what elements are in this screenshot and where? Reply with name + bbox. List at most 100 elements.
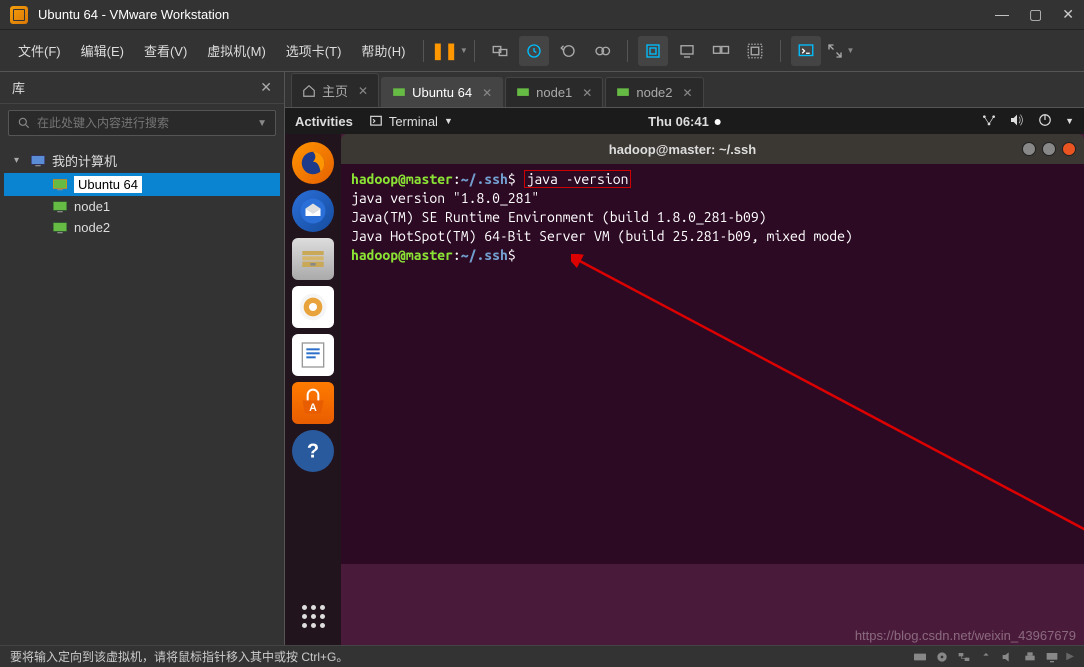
search-input[interactable] [37,116,257,130]
dock-show-apps[interactable] [292,595,334,637]
dock-libreoffice-writer[interactable] [292,334,334,376]
menu-file[interactable]: 文件(F) [10,37,69,64]
send-keys-button[interactable] [485,36,515,66]
printer-icon[interactable] [1022,650,1038,664]
vm-icon [52,221,68,235]
dock-ubuntu-software[interactable]: A [292,382,334,424]
terminal-output: java version "1.8.0_281" [351,189,1074,208]
tree-item-node1[interactable]: node1 [4,196,280,217]
current-app-menu[interactable]: Terminal ▼ [369,114,453,129]
vmware-titlebar: Ubuntu 64 - VMware Workstation — ▢ ✕ [0,0,1084,30]
multimon-button[interactable] [706,36,736,66]
vmware-menubar: 文件(F) 编辑(E) 查看(V) 虚拟机(M) 选项卡(T) 帮助(H) ❚❚… [0,30,1084,72]
unity-button[interactable] [638,36,668,66]
tab-close-icon[interactable]: ✕ [482,86,492,100]
status-text: 要将输入定向到该虚拟机，请将鼠标指针移入其中或按 Ctrl+G。 [10,648,348,665]
ubuntu-topbar: Activities Terminal ▼ Thu 06:41 ▼ [285,108,1084,134]
tab-label: Ubuntu 64 [412,85,472,100]
vmware-logo-icon [10,6,28,24]
app-name: Terminal [389,114,438,129]
tab-close-icon[interactable]: ✕ [582,86,592,100]
terminal-titlebar[interactable]: hadoop@master: ~/.ssh [341,134,1084,164]
vm-tabs: 主页 ✕ Ubuntu 64 ✕ node1 ✕ node2 ✕ [285,72,1084,108]
fullscreen-button[interactable]: ▼ [825,36,855,66]
separator [780,40,781,62]
tab-label: 主页 [322,81,348,100]
activities-button[interactable]: Activities [295,114,353,129]
snapshot-button[interactable] [519,36,549,66]
tree-item-node2[interactable]: node2 [4,217,280,238]
menu-vm[interactable]: 虚拟机(M) [199,37,274,64]
dock-rhythmbox[interactable] [292,286,334,328]
vm-display: 主页 ✕ Ubuntu 64 ✕ node1 ✕ node2 ✕ Activit… [285,72,1084,645]
computer-icon [30,154,46,168]
display-icon[interactable] [1044,650,1060,664]
collapse-icon[interactable]: ▾ [14,155,24,166]
terminal-maximize-button[interactable] [1042,142,1056,156]
sound-icon[interactable] [1000,650,1016,664]
tab-node2[interactable]: node2 ✕ [605,77,703,107]
prompt-path: ~/.ssh [461,171,508,187]
stretch-button[interactable] [740,36,770,66]
search-icon [17,116,31,130]
tab-node1[interactable]: node1 ✕ [505,77,603,107]
vm-icon [52,178,68,192]
terminal-toolbar-icon[interactable] [791,36,821,66]
library-close-button[interactable]: ✕ [260,79,272,96]
tab-label: node1 [536,85,572,100]
disk-icon[interactable] [912,650,928,664]
menu-help[interactable]: 帮助(H) [353,37,413,64]
dock-thunderbird[interactable] [292,190,334,232]
dock-firefox[interactable] [292,142,334,184]
console-button[interactable] [672,36,702,66]
command-highlight: java -version [524,170,632,188]
tree-item-label: node1 [74,199,110,214]
maximize-button[interactable]: ▢ [1029,6,1042,23]
tab-home[interactable]: 主页 ✕ [291,73,379,107]
device-status-icons: ▶ [912,650,1074,664]
tree-root[interactable]: ▾ 我的计算机 [4,148,280,173]
tree-item-ubuntu64[interactable]: Ubuntu 64 [4,173,280,196]
ubuntu-desktop[interactable]: Activities Terminal ▼ Thu 06:41 ▼ [285,108,1084,645]
separator [627,40,628,62]
dropdown-caret-icon[interactable]: ▼ [257,118,267,129]
volume-icon[interactable] [1009,113,1025,130]
usb-icon[interactable] [978,650,994,664]
home-icon [302,84,316,98]
network-icon[interactable] [956,650,972,664]
menu-edit[interactable]: 编辑(E) [73,37,132,64]
vm-icon [392,86,406,100]
tab-close-icon[interactable]: ✕ [358,84,368,98]
menu-view[interactable]: 查看(V) [136,37,195,64]
tree-item-label: Ubuntu 64 [74,176,142,193]
tab-label: node2 [636,85,672,100]
tree-item-label: node2 [74,220,110,235]
minimize-button[interactable]: — [995,6,1009,23]
close-button[interactable]: ✕ [1062,6,1074,23]
ubuntu-dock: A ? [285,134,341,645]
tab-close-icon[interactable]: ✕ [683,86,693,100]
chevron-down-icon[interactable]: ▼ [1065,116,1074,126]
snapshot-manager-button[interactable] [587,36,617,66]
terminal-close-button[interactable] [1062,142,1076,156]
menu-tabs[interactable]: 选项卡(T) [278,37,350,64]
chevron-right-icon[interactable]: ▶ [1066,651,1074,662]
dock-help[interactable]: ? [292,430,334,472]
network-icon[interactable] [981,113,997,130]
vm-icon [516,86,530,100]
revert-button[interactable] [553,36,583,66]
cd-icon[interactable] [934,650,950,664]
vm-icon [616,86,630,100]
tree-root-label: 我的计算机 [52,151,117,170]
dock-files[interactable] [292,238,334,280]
tab-ubuntu64[interactable]: Ubuntu 64 ✕ [381,77,503,107]
clock[interactable]: Thu 06:41 [648,114,721,129]
terminal-window: hadoop@master: ~/.ssh hadoop@master:~/.s… [341,134,1084,564]
terminal-body[interactable]: hadoop@master:~/.ssh$ java -version java… [341,164,1084,564]
prompt-user: hadoop@master [351,171,453,187]
library-search[interactable]: ▼ [8,110,276,136]
terminal-output: Java(TM) SE Runtime Environment (build 1… [351,208,1074,227]
pause-button[interactable]: ❚❚▼ [434,36,464,66]
power-icon[interactable] [1037,113,1053,130]
terminal-minimize-button[interactable] [1022,142,1036,156]
